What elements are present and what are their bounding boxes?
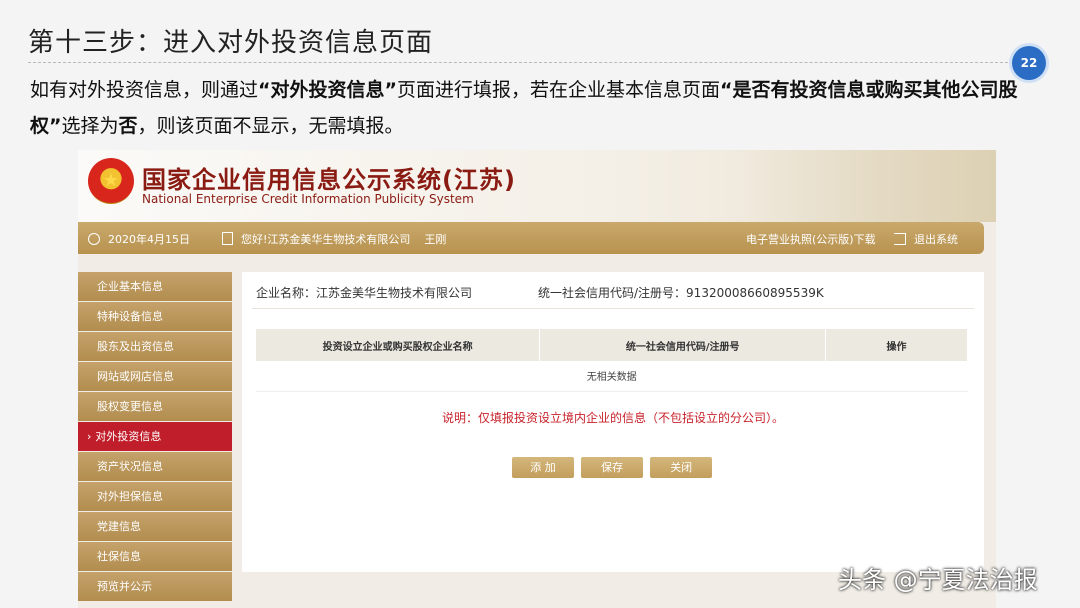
greeting-text: 您好!江苏金美华生物技术有限公司 (241, 233, 411, 246)
sidebar-item[interactable]: 股东及出资信息 (78, 332, 232, 361)
national-emblem-icon: ★ (88, 158, 134, 204)
table-row: 无相关数据 (256, 361, 968, 392)
desc-bold-1: “对外投资信息” (258, 79, 397, 101)
investment-table: 投资设立企业或购买股权企业名称 统一社会信用代码/注册号 操作 无相关数据 (256, 329, 968, 392)
sidebar-item[interactable]: 党建信息 (78, 512, 232, 541)
table-header-row: 投资设立企业或购买股权企业名称 统一社会信用代码/注册号 操作 (256, 329, 968, 361)
logout-icon (894, 233, 906, 245)
desc-text-4: ，则该页面不显示，无需填报。 (137, 115, 404, 137)
instruction-note: 说明：仅填报投资设立境内企业的信息（不包括设立的分公司）。 (441, 411, 784, 425)
clock-icon (88, 233, 100, 245)
button-group: 添 加 保存 关闭 (512, 456, 714, 478)
desc-bold-3: 否 (118, 115, 138, 137)
title-divider (28, 62, 1018, 63)
sidebar-item[interactable]: 特种设备信息 (78, 302, 232, 331)
site-title: 国家企业信用信息公示系统(江苏) (142, 166, 516, 194)
sidebar-item[interactable]: 企业基本信息 (78, 272, 232, 301)
sidebar-item[interactable]: 网站或网店信息 (78, 362, 232, 391)
date-text: 2020年4月15日 (108, 233, 190, 246)
sidebar-item[interactable]: 资产状况信息 (78, 452, 232, 481)
save-button[interactable]: 保存 (581, 457, 644, 478)
sidebar-item[interactable]: 社保信息 (78, 542, 232, 571)
divider (252, 308, 974, 309)
header-decoration (736, 150, 996, 222)
desc-text-2: 页面进行填报，若在企业基本信息页面 (397, 79, 721, 101)
close-button[interactable]: 关闭 (650, 457, 713, 478)
sidebar-item[interactable]: 对外投资信息 (78, 422, 232, 451)
slide-title: 第十三步：进入对外投资信息页面 (28, 28, 434, 58)
top-nav-bar: 2020年4月15日 您好!江苏金美华生物技术有限公司 王刚 电子营业执照(公示版… (78, 222, 984, 254)
logout-label: 退出系统 (914, 233, 958, 246)
empty-data-message: 无相关数据 (256, 361, 968, 392)
user-icon (222, 232, 233, 245)
col-header-credit-code: 统一社会信用代码/注册号 (539, 329, 827, 361)
credit-code: 统一社会信用代码/注册号：91320008660895539K (538, 286, 824, 300)
desc-text-3: 选择为 (61, 115, 119, 137)
col-header-action: 操作 (825, 329, 968, 361)
company-name: 企业名称：江苏金美华生物技术有限公司 (256, 286, 473, 300)
site-subtitle: National Enterprise Credit Information P… (142, 192, 474, 206)
sidebar-item[interactable]: 对外担保信息 (78, 482, 232, 511)
add-button[interactable]: 添 加 (512, 457, 574, 478)
system-screenshot: ★ 国家企业信用信息公示系统(江苏) National Enterprise C… (78, 150, 996, 608)
watermark: 头条 @宁夏法治报 (838, 566, 1038, 594)
site-header: ★ 国家企业信用信息公示系统(江苏) National Enterprise C… (78, 150, 996, 222)
slide-description: 如有对外投资信息，则通过“对外投资信息”页面进行填报，若在企业基本信息页面“是否… (30, 72, 1040, 144)
sidebar-item[interactable]: 预览并公示 (78, 572, 232, 601)
download-license-link[interactable]: 电子营业执照(公示版)下载 (746, 231, 876, 247)
logout-link[interactable]: 退出系统 (894, 231, 958, 247)
col-header-company: 投资设立企业或购买股权企业名称 (256, 329, 541, 361)
main-panel: 企业名称：江苏金美华生物技术有限公司 统一社会信用代码/注册号：91320008… (242, 272, 984, 572)
user-greeting: 您好!江苏金美华生物技术有限公司 王刚 (222, 231, 446, 247)
sidebar: 企业基本信息特种设备信息股东及出资信息网站或网店信息股权变更信息对外投资信息资产… (78, 272, 232, 602)
date-display: 2020年4月15日 (88, 231, 190, 247)
sidebar-item[interactable]: 股权变更信息 (78, 392, 232, 421)
desc-text-1: 如有对外投资信息，则通过 (30, 79, 259, 101)
user-name: 王刚 (424, 233, 447, 246)
